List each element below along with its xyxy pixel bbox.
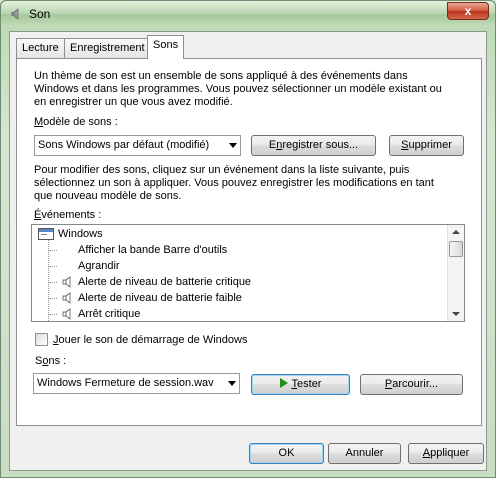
instructions-line: Pour modifier des sons, cliquez sur un é… — [34, 164, 410, 176]
speaker-icon — [62, 308, 71, 320]
tree-line — [49, 298, 57, 299]
label-text: arcourir... — [392, 378, 439, 390]
sound-dialog-window: Son x Lecture Enregistrement Sons Un thè… — [0, 0, 496, 478]
accelerator: M — [34, 116, 44, 128]
label-text: OK — [278, 447, 295, 459]
event-label: Alerte de niveau de batterie faible — [78, 292, 242, 304]
close-icon: x — [464, 4, 472, 18]
sound-file-dropdown[interactable]: Windows Fermeture de session.wav — [33, 373, 240, 394]
instructions-line: sélectionnez un son à appliquer. Vous po… — [34, 177, 434, 189]
tab-label: Sons — [153, 39, 179, 51]
label-text: upprimer — [408, 139, 452, 151]
test-button[interactable]: Tester — [251, 374, 350, 395]
event-label: Alerte de niveau de batterie critique — [78, 276, 252, 288]
scroll-thumb[interactable] — [449, 241, 463, 257]
tree-line — [49, 314, 57, 315]
close-button[interactable]: x — [447, 2, 489, 20]
list-item[interactable]: Arrêt critique — [78, 306, 141, 321]
group-label: Windows — [58, 228, 103, 240]
label-text: Annuler — [345, 447, 384, 459]
list-item[interactable]: Alerte de niveau de batterie faible — [78, 290, 242, 306]
window-title: Son — [29, 7, 51, 21]
chevron-down-icon — [228, 381, 236, 386]
title-bar[interactable]: Son x — [1, 1, 495, 27]
speaker-icon — [62, 276, 71, 288]
tab-label: Lecture — [22, 42, 59, 54]
list-item[interactable]: Alerte de niveau de batterie critique — [78, 274, 251, 290]
tab-sons[interactable]: Sons — [147, 35, 185, 59]
label-text: ouer le son de démarrage de Windows — [58, 334, 248, 346]
tree-line — [48, 239, 49, 321]
startup-sound-checkbox[interactable] — [35, 333, 48, 346]
play-icon — [279, 378, 288, 388]
dialog-client-area: Lecture Enregistrement Sons Un thème de … — [9, 31, 487, 471]
tree-line — [49, 282, 57, 283]
tree-line — [49, 266, 57, 267]
instructions-text: Pour modifier des sons, cliquez sur un é… — [34, 164, 434, 203]
tab-lecture[interactable]: Lecture — [16, 38, 65, 58]
tab-label: Enregistrement — [70, 42, 145, 54]
sound-scheme-dropdown[interactable]: Sons Windows par défaut (modifié) — [34, 135, 241, 156]
scroll-up-icon[interactable] — [452, 230, 460, 234]
instructions-line: que nouveau modèle de sons. — [34, 190, 182, 202]
scheme-label: Modèle de sons : — [34, 116, 118, 129]
list-item[interactable]: Agrandir — [78, 258, 120, 274]
label-text: vénements : — [41, 209, 102, 221]
scroll-down-icon[interactable] — [452, 312, 460, 316]
label-text: ester — [297, 378, 322, 390]
events-label: Événements : — [34, 209, 101, 222]
startup-sound-label[interactable]: Jouer le son de démarrage de Windows — [53, 334, 247, 347]
delete-button[interactable]: Supprimer — [389, 135, 464, 156]
intro-line: Windows et dans les programmes. Vous pou… — [34, 83, 442, 95]
dropdown-value: Windows Fermeture de session.wav — [37, 377, 214, 389]
vertical-scrollbar[interactable] — [447, 225, 464, 321]
intro-text: Un thème de son est un ensemble de sons … — [34, 70, 442, 109]
dropdown-value: Sons Windows par défaut (modifié) — [38, 139, 210, 151]
sounds-label: Sons : — [35, 355, 66, 368]
tree-line — [49, 250, 57, 251]
event-label: Arrêt critique — [78, 308, 141, 320]
tab-enregistrement[interactable]: Enregistrement — [64, 38, 151, 58]
apply-button[interactable]: Appliquer — [408, 443, 484, 464]
label-text: ns : — [48, 355, 67, 367]
event-label: Agrandir — [78, 260, 120, 272]
intro-line: Un thème de son est un ensemble de sons … — [34, 70, 408, 82]
label-text: odèle de sons : — [43, 116, 118, 128]
speaker-icon — [62, 292, 71, 304]
event-label: Afficher la bande Barre d'outils — [78, 244, 228, 256]
program-events-list[interactable]: Windows Afficher la bande Barre d'outils… — [31, 224, 465, 322]
intro-line: en enregistrer un que vous avez modifié. — [34, 96, 233, 108]
label-text: registrer sous... — [282, 139, 359, 151]
accelerator: A — [422, 447, 431, 459]
save-as-button[interactable]: Enregistrer sous... — [251, 135, 376, 156]
list-item[interactable]: Afficher la bande Barre d'outils — [78, 242, 227, 258]
browse-button[interactable]: Parcourir... — [360, 374, 463, 395]
ok-button[interactable]: OK — [249, 443, 324, 464]
window-icon — [38, 228, 54, 240]
speaker-icon — [11, 8, 19, 20]
chevron-down-icon — [229, 143, 237, 148]
label-text: ppliquer — [430, 447, 470, 459]
cancel-button[interactable]: Annuler — [328, 443, 401, 464]
